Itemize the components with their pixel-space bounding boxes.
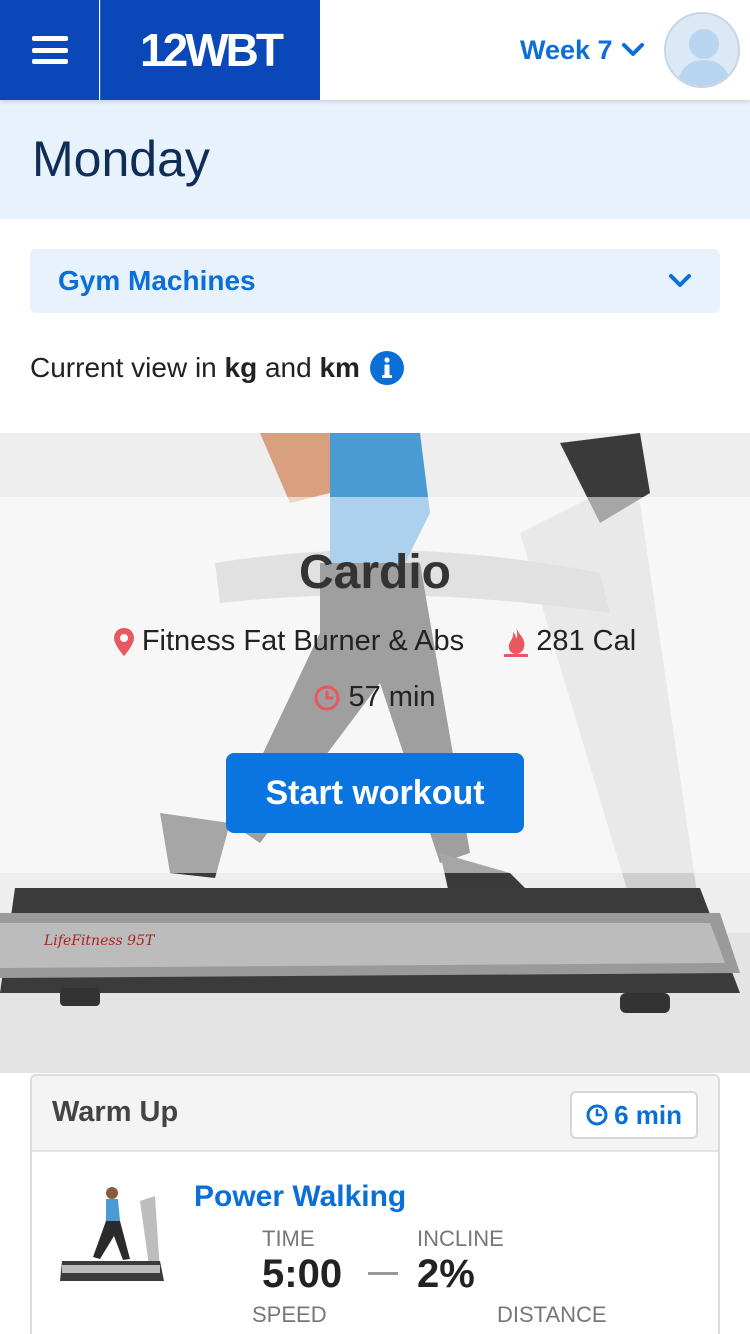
exercise-link[interactable]: Power Walking xyxy=(194,1180,406,1214)
svg-text:LifeFitness 95T: LifeFitness 95T xyxy=(43,933,156,949)
chevron-down-icon xyxy=(669,274,691,287)
workout-duration-row: 57 min xyxy=(0,681,750,714)
time-value: 5:00 xyxy=(262,1252,343,1296)
flame-icon xyxy=(504,626,529,657)
unit-weight: kg xyxy=(224,352,258,383)
workout-hero: LifeFitness 95T Cardio Fitness Fat Burne… xyxy=(0,433,750,1073)
duration-badge-text: 6 min xyxy=(614,1099,682,1130)
week-label: Week 7 xyxy=(520,34,613,65)
logo-text: 12WBT xyxy=(140,24,284,76)
incline-value: 2% xyxy=(417,1252,475,1296)
warmup-header: Warm Up 6 min xyxy=(32,1076,718,1152)
day-header: Monday xyxy=(0,100,750,219)
duration-text: 57 min xyxy=(348,681,436,713)
clock-icon xyxy=(314,685,340,710)
hamburger-icon xyxy=(31,36,68,64)
location-text: Fitness Fat Burner & Abs xyxy=(141,625,465,657)
info-icon[interactable] xyxy=(369,351,404,385)
stat-separator xyxy=(368,1272,398,1275)
workout-title: Cardio xyxy=(298,546,451,599)
unit-distance: km xyxy=(319,352,360,383)
avatar-placeholder-icon xyxy=(676,29,732,86)
workout-meta-row: Fitness Fat Burner & Abs 281 Cal xyxy=(0,625,750,658)
warmup-section: Warm Up 6 min Power Walking TIME 5:00 IN… xyxy=(30,1074,720,1334)
duration-badge: 6 min xyxy=(570,1091,698,1139)
section-title: Warm Up xyxy=(52,1096,179,1128)
calories-text: 281 Cal xyxy=(536,625,637,657)
workout-duration: 57 min xyxy=(314,681,436,714)
incline-label: INCLINE xyxy=(417,1226,504,1251)
workout-type-dropdown[interactable]: Gym Machines xyxy=(30,249,720,313)
location-pin-icon xyxy=(113,627,134,656)
page-title: Monday xyxy=(32,131,210,187)
units-info: Current view in kg and km xyxy=(30,350,404,386)
distance-label: DISTANCE xyxy=(497,1302,607,1327)
clock-icon xyxy=(586,1104,608,1126)
week-selector[interactable]: Week 7 xyxy=(520,30,645,70)
time-label: TIME xyxy=(262,1226,315,1251)
avatar[interactable] xyxy=(664,12,740,88)
start-workout-button[interactable]: Start workout xyxy=(226,753,524,833)
power-walking-thumbnail[interactable] xyxy=(60,1181,170,1291)
workout-location: Fitness Fat Burner & Abs xyxy=(113,625,465,658)
logo[interactable]: 12WBT xyxy=(100,0,320,100)
top-bar: 12WBT Week 7 xyxy=(0,0,750,100)
workout-calories: 281 Cal xyxy=(504,625,636,658)
units-conjunction: and xyxy=(257,352,320,383)
menu-button[interactable] xyxy=(0,0,99,100)
chevron-down-icon xyxy=(621,43,644,56)
dropdown-label: Gym Machines xyxy=(58,265,256,296)
speed-label: SPEED xyxy=(252,1302,327,1327)
units-prefix: Current view in xyxy=(30,352,225,383)
